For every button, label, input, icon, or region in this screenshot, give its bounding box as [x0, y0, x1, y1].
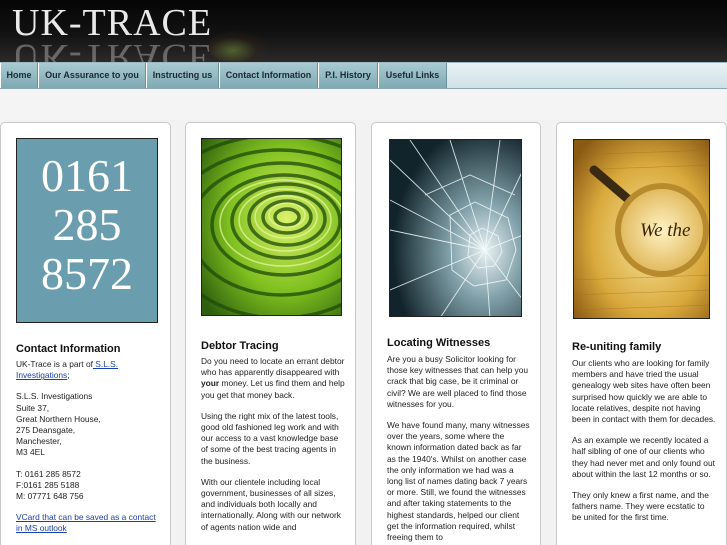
site-logo[interactable]: UK-TRACE — [12, 4, 212, 42]
nav-pi-history[interactable]: P.I. History — [318, 63, 378, 88]
debtor-tracing-card: Debtor Tracing Do you need to locate an … — [185, 122, 356, 545]
reuniting-family-card: We the Re-uniting family Our clients who… — [556, 122, 727, 545]
logo-glow-graphic — [208, 30, 270, 62]
card-title: Debtor Tracing — [201, 340, 279, 352]
address-block: S.L.S. Investigations Suite 37, Great No… — [16, 391, 101, 458]
nav-our-assurance[interactable]: Our Assurance to you — [38, 63, 146, 88]
locating-witnesses-card: Locating Witnesses Are you a busy Solici… — [371, 122, 541, 545]
nav-useful-links[interactable]: Useful Links — [378, 63, 447, 88]
card-body: Are you a busy Solicitor looking for tho… — [387, 354, 530, 543]
vcard-link[interactable]: VCard that can be saved as a contact in … — [16, 512, 156, 533]
card-body: UK-Trace is a part of S.L.S. Investigati… — [16, 359, 160, 545]
card-title: Locating Witnesses — [387, 337, 491, 349]
site-header: UK-TRACE UK-TRACE — [0, 0, 727, 62]
card-body: Our clients who are looking for family m… — [572, 358, 716, 523]
nav-instructing-us[interactable]: Instructing us — [146, 63, 219, 88]
phone-line-2: 285 — [52, 199, 122, 250]
phone-line-3: 8572 — [41, 248, 133, 299]
magnifying-glass-image: We the — [573, 139, 710, 319]
contact-card: 0161 285 8572 Contact Information UK-Tra… — [0, 122, 171, 545]
card-body: Do you need to locate an errant debtor w… — [201, 356, 345, 532]
logo-reflection: UK-TRACE — [12, 38, 213, 62]
phone-numbers: T: 0161 285 8572 F:0161 285 5188 M: 0777… — [16, 468, 84, 502]
card-title: Contact Information — [16, 343, 121, 355]
nav-home[interactable]: Home — [0, 63, 38, 88]
image-script-text: We the — [640, 220, 690, 241]
card-title: Re-uniting family — [572, 341, 662, 353]
broken-glass-image — [389, 139, 522, 317]
content-background — [0, 90, 727, 120]
nav-contact-information[interactable]: Contact Information — [219, 63, 318, 88]
phone-line-1: 0161 — [41, 150, 133, 201]
maze-image — [201, 138, 342, 316]
phone-number-image: 0161 285 8572 — [16, 138, 158, 323]
main-nav: Home Our Assurance to you Instructing us… — [0, 62, 727, 89]
